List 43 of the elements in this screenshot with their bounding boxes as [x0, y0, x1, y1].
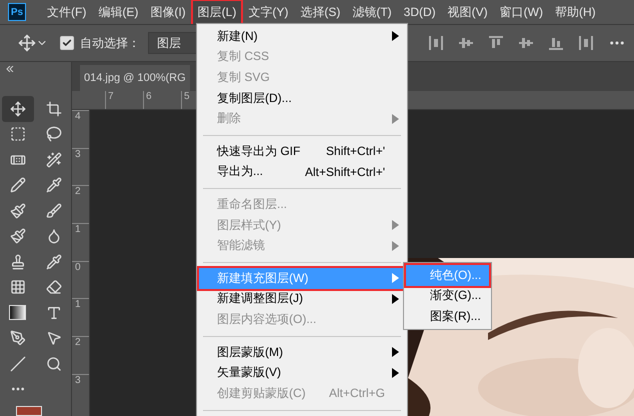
submenu-item[interactable]: 图案(R)...: [406, 306, 489, 327]
menu-title[interactable]: 选择(S): [295, 0, 346, 24]
ruler-number: 1: [72, 298, 89, 336]
document-tab[interactable]: 014.jpg @ 100%(RG: [80, 65, 190, 91]
align-icon[interactable]: [428, 35, 444, 51]
align-icon[interactable]: [518, 35, 534, 51]
menu-item[interactable]: 导出为... Alt+Shift+Ctrl+': [199, 162, 407, 182]
ruler-number: 2: [72, 336, 89, 374]
menu-title[interactable]: 图像(I): [145, 0, 191, 24]
ruler-number: 4: [72, 110, 89, 148]
submenu-item[interactable]: 渐变(G)...: [406, 286, 489, 306]
auto-select-checkbox[interactable]: [60, 36, 74, 50]
ruler-number: 3: [72, 148, 89, 186]
ruler-number: 1: [72, 223, 89, 261]
move-tool-icon[interactable]: [2, 96, 34, 122]
menu-title[interactable]: 文字(Y): [243, 0, 294, 24]
auto-select-label: 自动选择：: [80, 34, 140, 52]
align-icon[interactable]: [458, 35, 474, 51]
move-icon[interactable]: [18, 34, 36, 52]
ruler-number: 6: [143, 91, 181, 109]
menu-item[interactable]: 图层蒙版(M): [199, 342, 407, 362]
ruler-number: 0: [72, 260, 89, 298]
ruler-number: 2: [72, 185, 89, 224]
menu-title[interactable]: 文件(F): [42, 0, 92, 24]
align-icon[interactable]: [578, 35, 594, 51]
menu-title[interactable]: 3D(D): [398, 2, 441, 22]
ruler-number: 3: [72, 374, 89, 412]
menu-title[interactable]: 滤镜(T): [347, 0, 397, 24]
collapse-icon[interactable]: [6, 64, 14, 74]
menu-title[interactable]: 编辑(E): [93, 0, 144, 24]
check-icon: [62, 38, 72, 48]
align-icon[interactable]: [488, 35, 504, 51]
ruler-number: 7: [105, 91, 143, 109]
menu-item[interactable]: 矢量蒙版(V): [199, 362, 407, 383]
menu-item[interactable]: 快速导出为 GIF Shift+Ctrl+': [199, 140, 407, 162]
menu-title[interactable]: 窗口(W): [494, 0, 548, 24]
menu-title[interactable]: 帮助(H): [550, 0, 601, 24]
menu-item[interactable]: 新建调整图层(J): [199, 288, 407, 310]
foreground-color-swatch[interactable]: [16, 406, 42, 416]
menu-title[interactable]: 视图(V): [442, 0, 493, 24]
align-icon[interactable]: [548, 35, 564, 51]
menu-title[interactable]: 图层(L): [192, 0, 242, 24]
app-logo: Ps: [8, 3, 26, 21]
